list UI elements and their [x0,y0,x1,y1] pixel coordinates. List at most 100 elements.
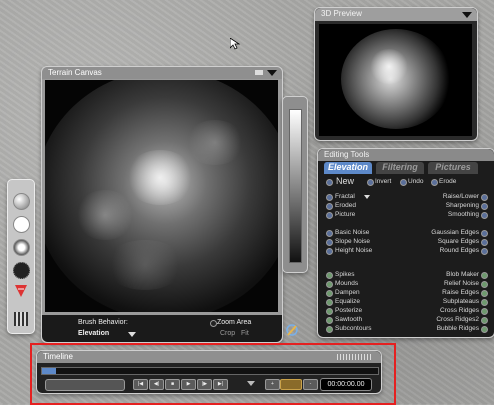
raise-lower-option[interactable]: Raise/Lower [443,193,479,200]
crop-button[interactable]: Crop [220,330,235,337]
posterize-radio[interactable] [326,308,333,315]
mounds-radio[interactable] [326,281,333,288]
cross-ridges-radio[interactable] [481,308,488,315]
add-key-button[interactable]: + [265,379,280,390]
blob-maker-option[interactable]: Blob Maker [446,271,479,278]
undo-button[interactable]: Undo [408,178,424,185]
undo-icon[interactable] [400,179,407,186]
new-button[interactable]: New [336,176,354,186]
cross-ridges-option[interactable]: Cross Ridges [440,307,479,314]
smoothing-option[interactable]: Smoothing [448,211,479,218]
erode-icon[interactable] [431,179,438,186]
stop-button[interactable]: ■ [165,379,180,390]
raise-edges-radio[interactable] [481,290,488,297]
preview-render[interactable] [319,24,472,136]
square-edges-radio[interactable] [481,239,488,246]
relief-noise-option[interactable]: Relief Noise [444,280,479,287]
preview-title: 3D Preview [321,9,362,18]
bubble-ridges-option[interactable]: Bubble Ridges [437,325,479,332]
subplateaus-radio[interactable] [481,299,488,306]
tab-elevation[interactable]: Elevation [324,162,372,174]
elevation-slider[interactable] [289,109,302,263]
play-button[interactable]: ▶ [181,379,196,390]
gaussian-edges-option[interactable]: Gaussian Edges [431,229,479,236]
erode-button[interactable]: Erode [439,178,456,185]
dampen-radio[interactable] [326,290,333,297]
zoom-area-label[interactable]: Zoom Area [217,319,251,326]
opacity-icon[interactable] [14,284,28,298]
equalize-option[interactable]: Equalize [335,298,360,305]
height-noise-option[interactable]: Height Noise [335,247,372,254]
brush-dotted-icon[interactable] [13,262,30,279]
smoothing-radio[interactable] [481,212,488,219]
timeline-scrubber[interactable] [41,367,379,375]
remove-key-button[interactable]: - [303,379,318,390]
chevron-down-icon[interactable] [267,70,277,76]
brush-soft-icon[interactable] [13,216,30,233]
go-start-button[interactable]: |◀ [133,379,148,390]
paint-brush-icon[interactable] [285,323,299,336]
zoom-area-radio[interactable] [210,320,217,327]
round-edges-radio[interactable] [481,248,488,255]
timeline-playhead[interactable] [42,368,56,374]
basic-noise-option[interactable]: Basic Noise [335,229,369,236]
cross-ridges2-option[interactable]: Cross Ridges2 [436,316,479,323]
mounds-option[interactable]: Mounds [335,280,358,287]
grid-icon[interactable] [14,312,28,326]
subcontours-radio[interactable] [326,326,333,333]
sharpening-radio[interactable] [481,203,488,210]
subcontours-option[interactable]: Subcontours [335,325,372,332]
sawtooth-radio[interactable] [326,317,333,324]
picture-option[interactable]: Picture [335,211,355,218]
square-edges-option[interactable]: Square Edges [438,238,479,245]
spikes-option[interactable]: Spikes [335,271,355,278]
go-end-button[interactable]: ▶| [213,379,228,390]
equalize-radio[interactable] [326,299,333,306]
bubble-ridges-radio[interactable] [481,326,488,333]
raise-lower-radio[interactable] [481,194,488,201]
picture-radio[interactable] [326,212,333,219]
round-edges-option[interactable]: Round Edges [440,247,479,254]
brush-falloff-icon[interactable] [13,239,30,256]
invert-icon[interactable] [367,179,374,186]
eroded-option[interactable]: Eroded [335,202,356,209]
window-icon[interactable] [255,70,263,75]
keyframe-strip[interactable] [45,379,125,391]
key-icon[interactable] [280,379,302,390]
sharpening-option[interactable]: Sharpening [446,202,479,209]
spikes-radio[interactable] [326,272,333,279]
basic-noise-radio[interactable] [326,230,333,237]
terrain-canvas[interactable] [45,80,278,312]
eroded-radio[interactable] [326,203,333,210]
slope-noise-option[interactable]: Slope Noise [335,238,370,245]
cross-ridges2-radio[interactable] [481,317,488,324]
blob-maker-radio[interactable] [481,272,488,279]
chevron-down-icon[interactable] [247,381,255,386]
chevron-down-icon[interactable] [462,12,472,18]
chevron-down-icon[interactable] [364,195,370,199]
dampen-option[interactable]: Dampen [335,289,360,296]
height-noise-radio[interactable] [326,248,333,255]
prev-frame-button[interactable]: ◀| [149,379,164,390]
posterize-option[interactable]: Posterize [335,307,362,314]
tab-pictures[interactable]: Pictures [428,162,478,174]
timeline-title-bar[interactable] [37,351,381,363]
fractal-option[interactable]: Fractal [335,193,355,200]
preview-panel: 3D Preview [314,7,478,141]
new-icon[interactable] [326,179,333,186]
brush-size-icon[interactable] [13,193,30,210]
chevron-down-icon[interactable] [128,332,136,337]
gaussian-edges-radio[interactable] [481,230,488,237]
slope-noise-radio[interactable] [326,239,333,246]
terrain-canvas-panel: Terrain Canvas Brush Behavior: Elevation… [41,66,298,343]
sawtooth-option[interactable]: Sawtooth [335,316,362,323]
fractal-radio[interactable] [326,194,333,201]
brush-behavior-select[interactable]: Elevation [78,330,109,337]
invert-button[interactable]: Invert [375,178,391,185]
fit-button[interactable]: Fit [241,330,249,337]
subplateaus-option[interactable]: Subplateaus [443,298,479,305]
relief-noise-radio[interactable] [481,281,488,288]
tab-filtering[interactable]: Filtering [376,162,424,174]
raise-edges-option[interactable]: Raise Edges [442,289,479,296]
next-frame-button[interactable]: |▶ [197,379,212,390]
